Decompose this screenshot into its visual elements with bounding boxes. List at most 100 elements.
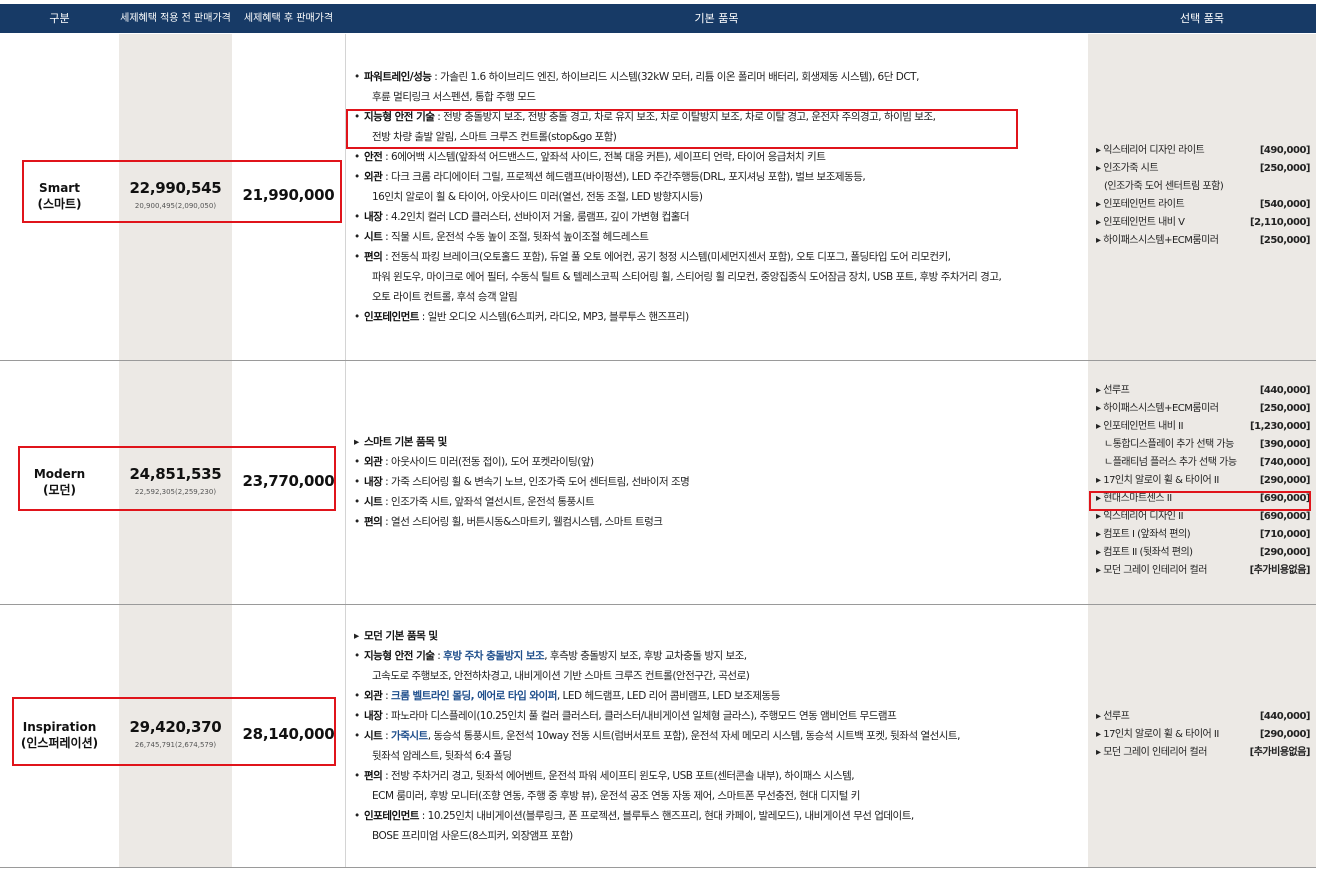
basic-item-label: 지능형 안전 기술 <box>364 650 435 662</box>
basic-item: • 시트 : 직물 시트, 운전석 수동 높이 조절, 뒷좌석 높이조절 헤드레스… <box>354 227 1082 247</box>
bullet-icon: • <box>354 251 360 263</box>
basic-item-label: 내장 <box>364 476 383 488</box>
option-price: [390,000] <box>1259 439 1311 450</box>
option-name-text: 인포테인먼트 라이트 <box>1103 199 1185 210</box>
basic-item: 고속도로 주행보조, 안전하차경고, 내비게이션 기반 스마트 크루즈 컨트롤(… <box>354 666 1082 686</box>
basic-item-rest: , 후측방 충돌방지 보조, 후방 교차충돌 방지 보조, <box>544 650 747 662</box>
basic-item-label: 편의 <box>364 770 383 782</box>
bullet-icon: • <box>354 770 360 782</box>
bullet-icon: • <box>354 810 360 822</box>
highlight-safety-tech <box>346 109 1018 149</box>
option-name-text: 17인치 알로이 휠 & 타이어 II <box>1103 475 1219 486</box>
option-item: ▸ 컴포트 I (앞좌석 편의) [710,000] <box>1096 526 1311 544</box>
basic-item: ▸ 스마트 기본 품목 및 <box>354 432 1082 452</box>
option-item: ▸ 인포테인먼트 내비 V [2,110,000] <box>1096 214 1310 232</box>
highlight-smart-row <box>22 160 342 223</box>
option-item: ▸ 하이패스시스템+ECM룸미러 [250,000] <box>1096 232 1311 250</box>
basic-items-cell: ▸ 스마트 기본 품목 및 • 외관 : 아웃사이드 미러(전동 접이), 도어 포켓… <box>345 361 1088 604</box>
bullet-icon: • <box>354 231 360 243</box>
bullet-icon: • <box>354 171 360 183</box>
option-name-text: ㄴ플래티넘 플러스 추가 선택 가능 <box>1104 457 1237 468</box>
option-price: [250,000] <box>1259 163 1311 174</box>
basic-item-text: : <box>382 730 392 742</box>
arrow-bullet-icon: ▸ <box>354 630 359 642</box>
basic-item: • 시트 : 가죽시트, 동승석 통풍시트, 운전석 10way 전동 시트(럼버… <box>354 726 1082 746</box>
option-price: [440,000] <box>1259 385 1311 396</box>
basic-item-text: : <box>434 650 444 662</box>
basic-item-text: : 6에어백 시스템(앞좌석 어드밴스드, 앞좌석 사이드, 전복 대응 커튼)… <box>382 151 826 163</box>
header-gubun: 구분 <box>49 12 70 25</box>
arrow-bullet-icon: ▸ <box>354 436 359 448</box>
bullet-icon: • <box>354 71 360 83</box>
option-name-text: 인포테인먼트 내비 V <box>1103 217 1185 228</box>
option-price: [440,000] <box>1259 711 1311 722</box>
table-header: 구분 세제혜택 적용 전 판매가격 세제혜택 후 판매가격 기본 품목 선택 품… <box>0 4 1316 33</box>
option-item: ㄴ통합디스플레이 추가 선택 가능 [390,000] <box>1096 436 1311 454</box>
option-price: [710,000] <box>1259 529 1311 540</box>
option-item: ▸ 선루프 [440,000] <box>1096 382 1311 400</box>
options-list: ▸ 선루프 [440,000] ▸ 하이패스시스템+ECM룸미러 [250,000] ▸… <box>1096 382 1311 580</box>
basic-item: • 인포테인먼트 : 일반 오디오 시스템(6스피커, 라디오, MP3, 블루투… <box>354 307 1082 327</box>
basic-item: 후륜 멀티링크 서스펜션, 통합 주행 모드 <box>354 87 1082 107</box>
option-item: ▸ 17인치 알로이 휠 & 타이어 II [290,000] <box>1096 472 1311 490</box>
option-price: [2,110,000] <box>1250 217 1310 228</box>
option-price: [290,000] <box>1259 475 1311 486</box>
option-name-text: 하이패스시스템+ECM룸미러 <box>1103 235 1219 246</box>
basic-item-text: 오토 라이트 컨트롤, 후석 승객 알림 <box>372 291 518 303</box>
option-name-text: 컴포트 I (앞좌석 편의) <box>1103 529 1191 540</box>
basic-item: • 내장 : 가죽 스티어링 휠 & 변속기 노브, 인조가죽 도어 센터트림, … <box>354 472 1082 492</box>
option-name-text: 선루프 <box>1103 385 1130 396</box>
basic-item: • 내장 : 4.2인치 컬러 LCD 클러스터, 선바이저 거울, 룸램프, 깊… <box>354 207 1082 227</box>
basic-item-label: 시트 <box>364 231 383 243</box>
basic-item: 16인치 알로이 휠 & 타이어, 아웃사이드 미러(열선, 전동 조절, LE… <box>354 187 1082 207</box>
option-item: ▸ 모던 그레이 인테리어 컬러 [추가비용없음] <box>1096 562 1311 580</box>
bullet-icon: • <box>354 476 360 488</box>
option-price: [250,000] <box>1259 403 1311 414</box>
basic-item-text: 16인치 알로이 휠 & 타이어, 아웃사이드 미러(열선, 전동 조절, LE… <box>372 191 703 203</box>
basic-item-text: : 아웃사이드 미러(전동 접이), 도어 포켓라이팅(앞) <box>382 456 594 468</box>
basic-item: ▸ 모던 기본 품목 및 <box>354 626 1082 646</box>
option-name: ▸ 하이패스시스템+ECM룸미러 <box>1096 232 1219 250</box>
option-name: (인조가죽 도어 센터트림 포함) <box>1104 178 1224 196</box>
option-name: ▸ 모던 그레이 인테리어 컬러 <box>1096 562 1207 580</box>
header-after-price: 세제혜택 후 판매가격 <box>243 13 334 24</box>
option-name-text: 익스테리어 디자인 II <box>1103 511 1184 522</box>
basic-items-list: • 파워트레인/성능 : 가솔린 1.6 하이브리드 엔진, 하이브리드 시스템(… <box>354 67 1082 327</box>
basic-item-text: : 전방 주차거리 경고, 뒷좌석 에어벤트, 운전석 파워 세이프티 윈도우,… <box>382 770 855 782</box>
basic-item-label: 편의 <box>364 516 383 528</box>
basic-item-text: 파워 윈도우, 마이크로 에어 필터, 수동식 틸트 & 텔레스코픽 스티어링 … <box>372 271 1002 283</box>
basic-item: • 인포테인먼트 : 10.25인치 내비게이션(블루링크, 폰 프로젝션, 블루… <box>354 806 1082 826</box>
highlight-modern-row <box>18 446 336 511</box>
basic-item-label: 모던 기본 품목 및 <box>364 630 438 642</box>
option-name-text: 모던 그레이 인테리어 컬러 <box>1103 565 1207 576</box>
basic-item-text: : 가죽 스티어링 휠 & 변속기 노브, 인조가죽 도어 센터트림, 선바이저… <box>382 476 690 488</box>
options-list: ▸ 익스테리어 디자인 라이트 [490,000] ▸ 인조가죽 시트 [250,00… <box>1096 142 1311 250</box>
bullet-icon: • <box>354 456 360 468</box>
basic-item-text: : 파노라마 디스플레이(10.25인치 풀 컬러 클러스터, 클러스터/내비게… <box>382 710 897 722</box>
basic-item: • 지능형 안전 기술 : 후방 주차 충돌방지 보조, 후측방 충돌방지 보조,… <box>354 646 1082 666</box>
option-name-text: 익스테리어 디자인 라이트 <box>1103 145 1205 156</box>
basic-item-label: 스마트 기본 품목 및 <box>364 436 447 448</box>
option-name: ▸ 인포테인먼트 내비 V <box>1096 214 1185 232</box>
option-price: [490,000] <box>1259 145 1311 156</box>
basic-item-label: 인포테인먼트 <box>364 311 419 323</box>
options-cell: ▸ 선루프 [440,000] ▸ 하이패스시스템+ECM룸미러 [250,000] ▸… <box>1088 361 1316 604</box>
basic-item-text: 뒷좌석 암레스트, 뒷좌석 6:4 폴딩 <box>372 750 512 762</box>
basic-item: • 내장 : 파노라마 디스플레이(10.25인치 풀 컬러 클러스터, 클러스터… <box>354 706 1082 726</box>
option-price: [740,000] <box>1259 457 1311 468</box>
basic-item: • 시트 : 인조가죽 시트, 앞좌석 열선시트, 운전석 통풍시트 <box>354 492 1082 512</box>
header-options: 선택 품목 <box>1180 12 1224 25</box>
basic-item: • 편의 : 전방 주차거리 경고, 뒷좌석 에어벤트, 운전석 파워 세이프티 … <box>354 766 1082 786</box>
option-price: [290,000] <box>1259 547 1311 558</box>
basic-item-text: 후륜 멀티링크 서스펜션, 통합 주행 모드 <box>372 91 536 103</box>
option-name-text: 선루프 <box>1103 711 1130 722</box>
option-item: ▸ 컴포트 II (뒷좌석 편의) [290,000] <box>1096 544 1311 562</box>
option-name: ▸ 17인치 알로이 휠 & 타이어 II <box>1096 726 1219 744</box>
option-item: (인조가죽 도어 센터트림 포함) <box>1096 178 1310 196</box>
bullet-icon: • <box>354 496 360 508</box>
bullet-icon: • <box>354 311 360 323</box>
header-before-price: 세제혜택 적용 전 판매가격 <box>120 13 231 24</box>
option-item: ▸ 모던 그레이 인테리어 컬러 [추가비용없음] <box>1096 744 1311 762</box>
basic-item-label: 내장 <box>364 710 383 722</box>
option-price: [1,230,000] <box>1250 421 1310 432</box>
